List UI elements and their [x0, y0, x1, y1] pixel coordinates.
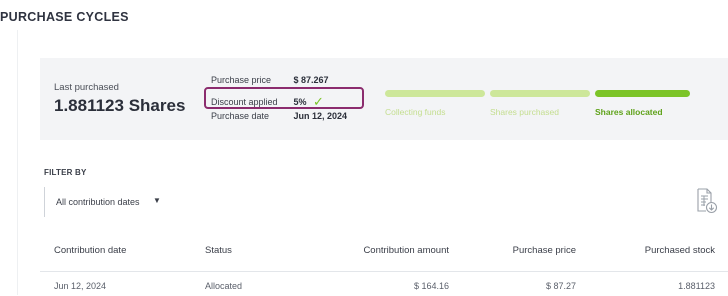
stage-label-shares-allocated: Shares allocated — [595, 107, 663, 117]
cell-contribution-date: Jun 12, 2024 — [54, 281, 107, 291]
column-header-purchased-stock[interactable]: Purchased stock — [645, 245, 715, 256]
discount-highlight-box — [204, 87, 364, 109]
export-button[interactable] — [696, 188, 718, 214]
last-purchased-label: Last purchased — [54, 82, 119, 93]
filter-selected-value: All contribution dates — [56, 197, 140, 207]
purchase-price-label: Purchase price — [211, 75, 272, 85]
stage-bar-shares-purchased — [490, 90, 590, 97]
cell-status: Allocated — [205, 281, 243, 291]
purchase-price-row: Purchase price $ 87.267 — [211, 75, 329, 85]
column-header-status[interactable]: Status — [205, 245, 232, 256]
export-document-icon — [697, 188, 718, 214]
purchase-price-value: $ 87.267 — [293, 75, 329, 85]
purchase-date-label: Purchase date — [211, 111, 270, 121]
stage-bar-collecting-funds — [385, 90, 485, 97]
purchase-summary-panel: Last purchased 1.881123 Shares Purchase … — [40, 58, 728, 140]
contribution-date-filter-select[interactable]: All contribution dates ▼ — [44, 187, 172, 217]
cell-purchased-stock: 1.881123 — [678, 281, 715, 291]
column-header-purchase-price[interactable]: Purchase price — [513, 245, 576, 256]
table-header: Contribution date Status Contribution am… — [40, 237, 728, 265]
cell-contribution-amount: $ 164.16 — [413, 281, 449, 291]
chevron-down-icon: ▼ — [153, 196, 161, 205]
side-rule — [17, 30, 18, 295]
column-header-contribution-date[interactable]: Contribution date — [54, 245, 126, 256]
stage-label-collecting-funds: Collecting funds — [385, 107, 446, 117]
stage-label-shares-purchased: Shares purchased — [490, 107, 559, 117]
column-header-contribution-amount[interactable]: Contribution amount — [363, 245, 449, 256]
table-row[interactable]: Jun 12, 2024 Allocated $ 164.16 $ 87.27 … — [40, 271, 728, 296]
stage-bar-shares-allocated — [595, 90, 690, 97]
last-purchased-value: 1.881123 Shares — [54, 96, 186, 115]
cell-purchase-price: $ 87.27 — [545, 281, 576, 291]
filter-by-title: FILTER BY — [44, 168, 87, 177]
purchase-date-value: Jun 12, 2024 — [293, 111, 348, 121]
purchase-date-row: Purchase date Jun 12, 2024 — [211, 111, 347, 121]
page-title: PURCHASE CYCLES — [0, 10, 129, 24]
